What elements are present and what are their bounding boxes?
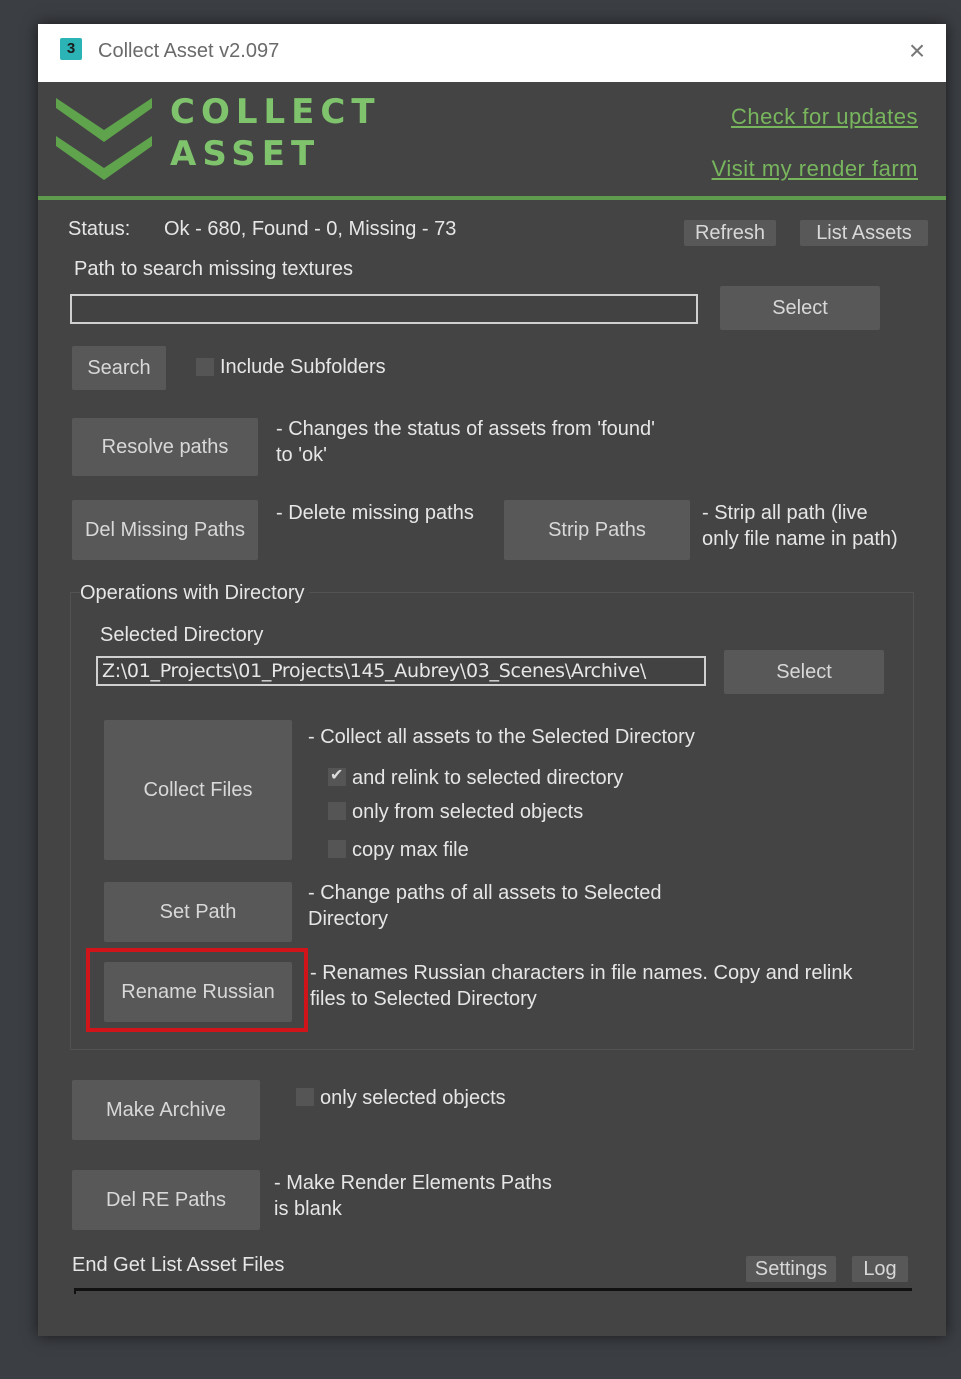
title-bar: 3 Collect Asset v2.097 × bbox=[38, 24, 946, 82]
logo-text-asset: Asset bbox=[170, 134, 321, 174]
del-missing-desc: - Delete missing paths bbox=[276, 502, 474, 524]
search-path-input[interactable] bbox=[70, 294, 698, 324]
refresh-button[interactable]: Refresh bbox=[684, 220, 776, 246]
only-selected-label: only from selected objects bbox=[352, 801, 584, 823]
strip-paths-button[interactable]: Strip Paths bbox=[504, 500, 690, 560]
copy-max-file-checkbox[interactable] bbox=[328, 840, 346, 858]
only-selected-checkbox[interactable] bbox=[328, 802, 346, 820]
selected-directory-input[interactable]: Z:\01_Projects\01_Projects\145_Aubrey\03… bbox=[96, 656, 706, 686]
app-icon: 3 bbox=[60, 38, 82, 60]
check-updates-link[interactable]: Check for updates bbox=[731, 104, 918, 130]
search-button[interactable]: Search bbox=[72, 346, 166, 390]
archive-only-selected-label: only selected objects bbox=[320, 1087, 506, 1109]
rename-desc-2: files to Selected Directory bbox=[310, 988, 537, 1010]
relink-checkbox[interactable] bbox=[328, 765, 346, 786]
status-text: Ok - 680, Found - 0, Missing - 73 bbox=[164, 218, 457, 240]
resolve-desc-1: - Changes the status of assets from 'fou… bbox=[276, 418, 655, 440]
strip-desc-2: only file name in path) bbox=[702, 528, 898, 550]
copy-max-file-label: copy max file bbox=[352, 839, 469, 861]
resolve-desc-2: to 'ok' bbox=[276, 444, 327, 466]
window-title: Collect Asset v2.097 bbox=[98, 40, 280, 62]
log-button[interactable]: Log bbox=[852, 1256, 908, 1282]
del-re-desc-1: - Make Render Elements Paths bbox=[274, 1172, 552, 1194]
list-assets-button[interactable]: List Assets bbox=[800, 220, 928, 246]
render-farm-link[interactable]: Visit my render farm bbox=[712, 156, 918, 182]
logo-chevron-icon bbox=[56, 98, 152, 180]
progress-bar bbox=[74, 1288, 912, 1294]
strip-desc-1: - Strip all path (live bbox=[702, 502, 868, 524]
set-path-desc-1: - Change paths of all assets to Selected bbox=[308, 882, 662, 904]
del-missing-paths-button[interactable]: Del Missing Paths bbox=[72, 500, 258, 560]
search-path-label: Path to search missing textures bbox=[74, 258, 354, 280]
collect-files-button[interactable]: Collect Files bbox=[104, 720, 292, 860]
set-path-button[interactable]: Set Path bbox=[104, 882, 292, 942]
highlight-box bbox=[86, 948, 308, 1032]
directory-select-button[interactable]: Select bbox=[724, 650, 884, 694]
collect-asset-window: 3 Collect Asset v2.097 × Collect Asset C… bbox=[38, 24, 946, 1336]
directory-group-title: Operations with Directory bbox=[80, 580, 309, 606]
header-banner: Collect Asset Check for updates Visit my… bbox=[38, 82, 946, 198]
status-label: Status: bbox=[68, 218, 131, 240]
header-divider bbox=[38, 196, 946, 200]
rename-desc-1: - Renames Russian characters in file nam… bbox=[310, 962, 853, 984]
archive-only-selected-checkbox[interactable] bbox=[296, 1088, 314, 1106]
set-path-desc-2: Directory bbox=[308, 908, 389, 930]
relink-label: and relink to selected directory bbox=[352, 767, 624, 789]
include-subfolders-label: Include Subfolders bbox=[220, 356, 386, 378]
make-archive-button[interactable]: Make Archive bbox=[72, 1080, 260, 1140]
collect-desc: - Collect all assets to the Selected Dir… bbox=[308, 726, 695, 748]
close-icon[interactable]: × bbox=[902, 36, 932, 66]
settings-button[interactable]: Settings bbox=[746, 1256, 836, 1282]
search-path-select-button[interactable]: Select bbox=[720, 286, 880, 330]
logo-text-collect: Collect bbox=[170, 92, 381, 132]
del-re-desc-2: is blank bbox=[274, 1198, 342, 1220]
include-subfolders-checkbox[interactable] bbox=[196, 358, 214, 376]
selected-directory-label: Selected Directory bbox=[100, 624, 264, 646]
footer-status-text: End Get List Asset Files bbox=[72, 1254, 285, 1276]
resolve-paths-button[interactable]: Resolve paths bbox=[72, 418, 258, 476]
del-re-paths-button[interactable]: Del RE Paths bbox=[72, 1170, 260, 1230]
